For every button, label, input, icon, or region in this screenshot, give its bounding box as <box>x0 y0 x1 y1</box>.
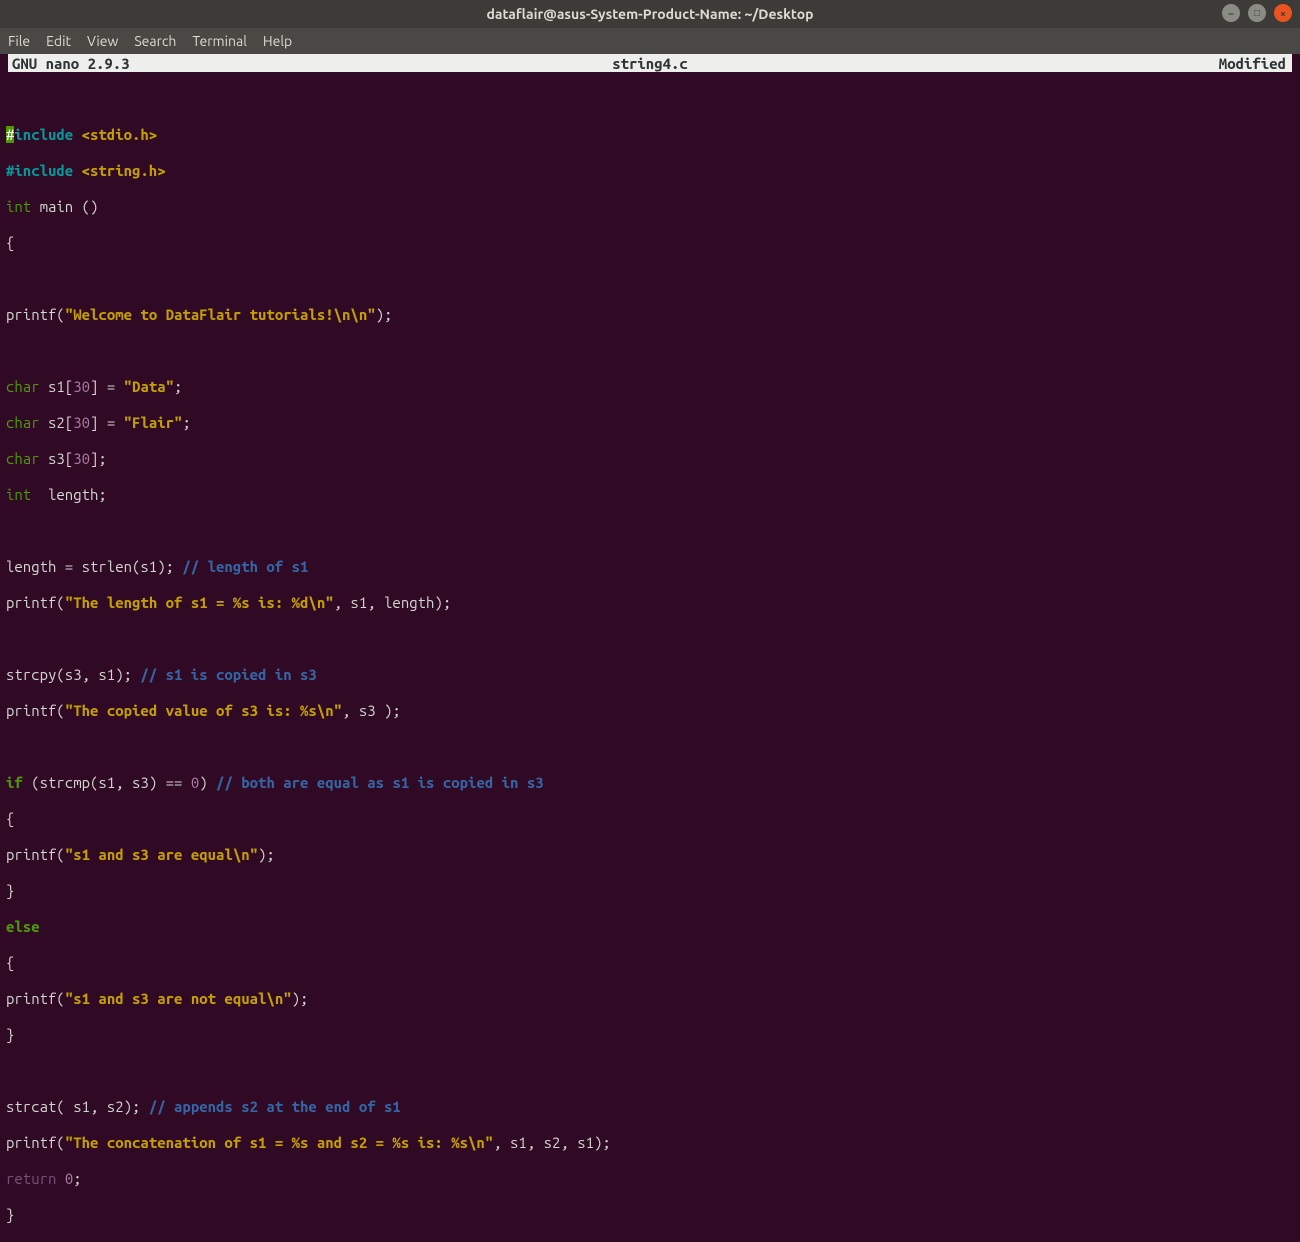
code-line: } <box>6 1206 1294 1224</box>
code-line: } <box>6 882 1294 900</box>
code-line-blank <box>6 522 1294 540</box>
code-line: #include <stdio.h> <box>6 126 1294 144</box>
nano-brand: GNU nano 2.9.3 <box>12 55 130 72</box>
menubar: File Edit View Search Terminal Help <box>0 28 1300 54</box>
code-line-blank <box>6 270 1294 288</box>
code-line: printf("s1 and s3 are equal\n"); <box>6 846 1294 864</box>
code-line: int length; <box>6 486 1294 504</box>
menu-terminal[interactable]: Terminal <box>192 33 247 49</box>
menu-help[interactable]: Help <box>263 33 292 49</box>
code-line: strcpy(s3, s1); // s1 is copied in s3 <box>6 666 1294 684</box>
menu-view[interactable]: View <box>87 33 118 49</box>
code-line: char s2[30] = "Flair"; <box>6 414 1294 432</box>
code-line-blank <box>6 342 1294 360</box>
code-line: #include <string.h> <box>6 162 1294 180</box>
code-line: { <box>6 954 1294 972</box>
window-controls: – □ × <box>1222 4 1292 22</box>
code-line-blank <box>6 1062 1294 1080</box>
close-icon[interactable]: × <box>1274 4 1292 22</box>
menu-file[interactable]: File <box>8 33 30 49</box>
maximize-icon[interactable]: □ <box>1248 4 1266 22</box>
code-line: } <box>6 1026 1294 1044</box>
nano-filename: string4.c <box>612 55 688 72</box>
menu-edit[interactable]: Edit <box>46 33 71 49</box>
code-line: strcat( s1, s2); // appends s2 at the en… <box>6 1098 1294 1116</box>
code-line: printf("The length of s1 = %s is: %d\n",… <box>6 594 1294 612</box>
code-line: char s3[30]; <box>6 450 1294 468</box>
code-line: else <box>6 918 1294 936</box>
code-line: printf("Welcome to DataFlair tutorials!\… <box>6 306 1294 324</box>
titlebar: dataflair@asus-System-Product-Name: ~/De… <box>0 0 1300 28</box>
code-line: printf("The concatenation of s1 = %s and… <box>6 1134 1294 1152</box>
code-line: if (strcmp(s1, s3) == 0) // both are equ… <box>6 774 1294 792</box>
code-line: { <box>6 810 1294 828</box>
code-line: { <box>6 234 1294 252</box>
code-line-blank <box>6 90 1294 108</box>
code-line: length = strlen(s1); // length of s1 <box>6 558 1294 576</box>
nano-modified: Modified <box>1219 55 1286 72</box>
nano-header: GNU nano 2.9.3 string4.c Modified <box>8 54 1292 72</box>
code-line-blank <box>6 630 1294 648</box>
code-line: int main () <box>6 198 1294 216</box>
minimize-icon[interactable]: – <box>1222 4 1240 22</box>
code-line: printf("s1 and s3 are not equal\n"); <box>6 990 1294 1008</box>
editor-area[interactable]: #include <stdio.h> #include <string.h> i… <box>2 72 1298 1242</box>
window-title: dataflair@asus-System-Product-Name: ~/De… <box>486 6 813 22</box>
code-line-blank <box>6 738 1294 756</box>
code-line: char s1[30] = "Data"; <box>6 378 1294 396</box>
menu-search[interactable]: Search <box>134 33 176 49</box>
code-line: return 0; <box>6 1170 1294 1188</box>
code-line: printf("The copied value of s3 is: %s\n"… <box>6 702 1294 720</box>
